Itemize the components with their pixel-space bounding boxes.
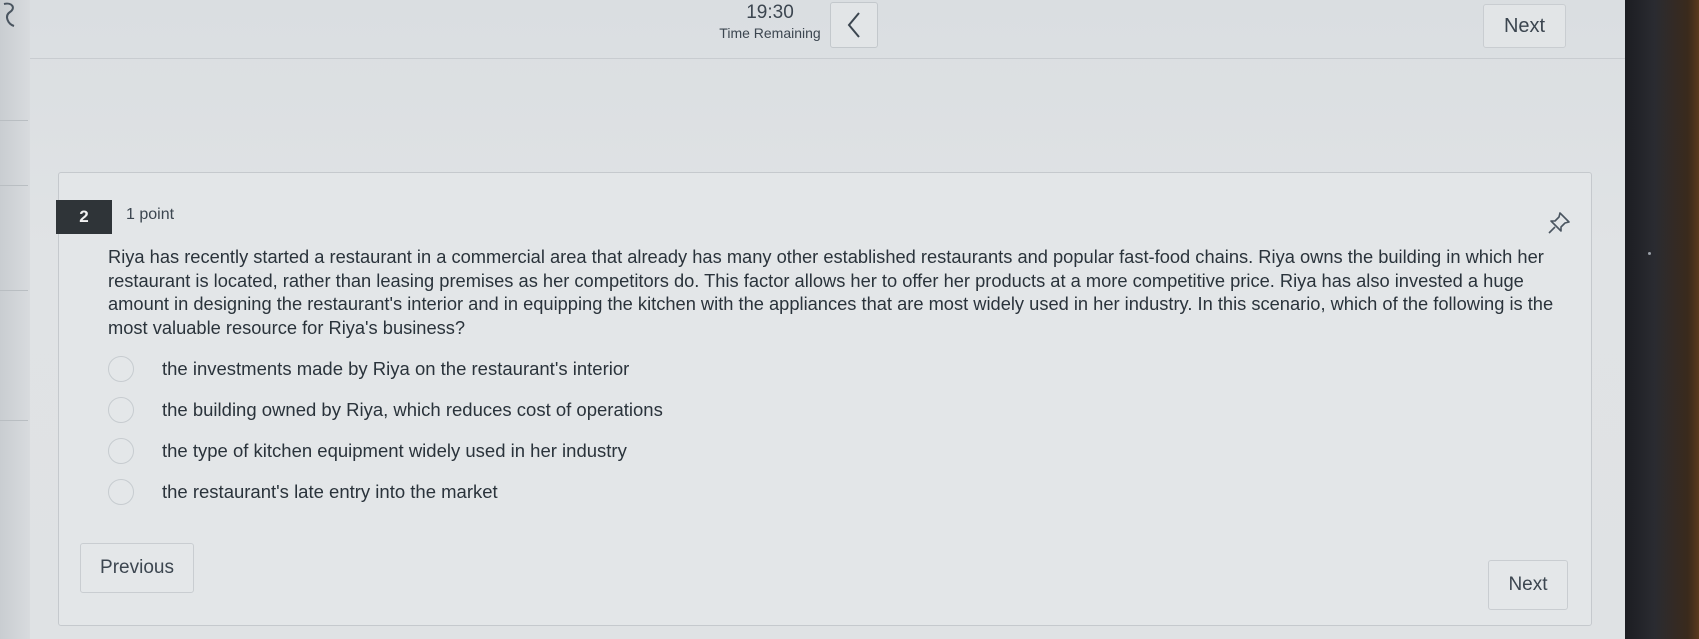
- radio-button[interactable]: [108, 396, 134, 423]
- answer-label: the type of kitchen equipment widely use…: [162, 439, 627, 461]
- answer-option[interactable]: the investments made by Riya on the rest…: [108, 348, 1008, 389]
- answer-label: the investments made by Riya on the rest…: [162, 357, 630, 379]
- left-edge-panel: [0, 0, 30, 639]
- top-next-button[interactable]: Next: [1483, 4, 1566, 48]
- question-number: 2: [56, 200, 112, 234]
- pin-icon[interactable]: [1546, 210, 1572, 236]
- top-previous-button[interactable]: [830, 2, 878, 48]
- time-remaining: 19:30 Time Remaining: [705, 2, 835, 41]
- left-divider: [0, 120, 28, 121]
- timer-label: Time Remaining: [719, 25, 821, 41]
- timer-value: 19:30: [746, 2, 794, 23]
- device-bezel: [1625, 0, 1699, 639]
- answer-options: the investments made by Riya on the rest…: [108, 348, 1008, 512]
- left-divider: [0, 420, 28, 421]
- chevron-left-icon: [847, 12, 860, 38]
- answer-option[interactable]: the restaurant's late entry into the mar…: [108, 471, 1008, 512]
- question-text: Riya has recently started a restaurant i…: [108, 246, 1554, 338]
- left-divider: [0, 290, 28, 291]
- answer-option[interactable]: the building owned by Riya, which reduce…: [108, 389, 1008, 430]
- answer-label: the restaurant's late entry into the mar…: [162, 480, 498, 502]
- next-button[interactable]: Next: [1488, 560, 1568, 610]
- quiz-screen: 19:30 Time Remaining Next 2 1 point Riya…: [0, 0, 1625, 639]
- radio-button[interactable]: [108, 478, 134, 505]
- answer-option[interactable]: the type of kitchen equipment widely use…: [108, 430, 1008, 471]
- bookmark-flag-icon[interactable]: [0, 0, 22, 30]
- question-points: 1 point: [126, 206, 175, 223]
- radio-button[interactable]: [108, 437, 134, 464]
- left-divider: [0, 185, 28, 186]
- previous-button[interactable]: Previous: [80, 543, 194, 593]
- pin-icon-graphic: [1548, 212, 1570, 234]
- header-divider: [30, 58, 1625, 59]
- radio-button[interactable]: [108, 355, 134, 382]
- bookmark-flag-icon-graphic: [3, 2, 15, 27]
- bezel-indicator: [1648, 252, 1651, 255]
- answer-label: the building owned by Riya, which reduce…: [162, 398, 663, 420]
